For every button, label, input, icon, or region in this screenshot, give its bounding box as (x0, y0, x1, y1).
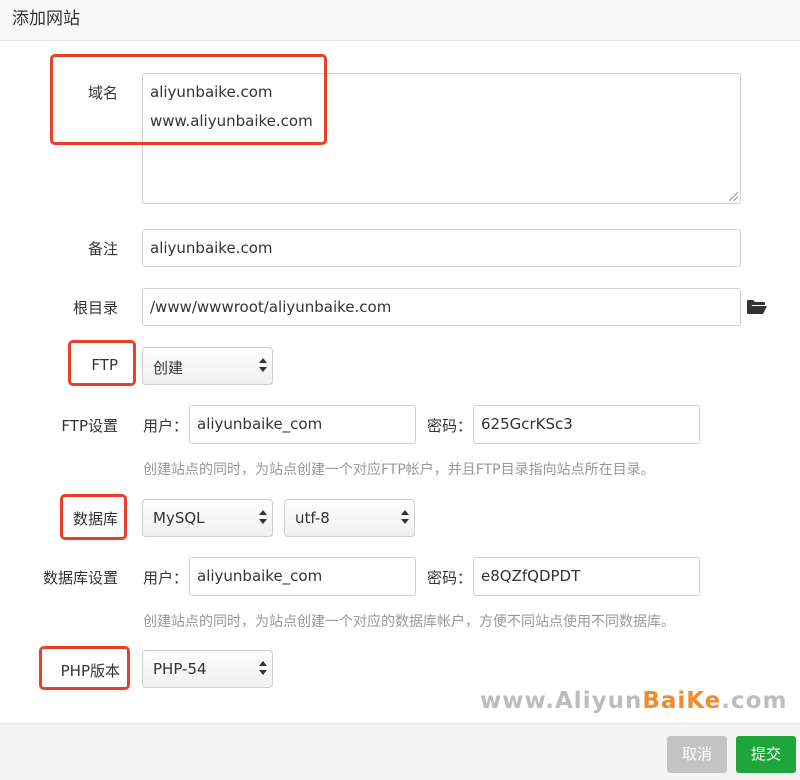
db-pass-label: 密码： (427, 569, 473, 587)
database-type-value: MySQL (153, 509, 205, 527)
db-user-input[interactable]: aliyunbaike_com (189, 557, 416, 596)
db-settings-label: 数据库设置 (42, 569, 118, 587)
dialog-header: 添加网站 (0, 0, 800, 41)
cancel-button[interactable]: 取消 (667, 736, 727, 773)
root-dir-value: /www/wwwroot/aliyunbaike.com (150, 298, 392, 316)
select-arrows-icon (259, 358, 267, 374)
ftp-settings-label: FTP设置 (61, 417, 118, 435)
ftp-user-label: 用户： (143, 417, 189, 435)
watermark-prefix: www.Aliyun (480, 688, 643, 714)
ftp-select[interactable]: 创建 (142, 347, 273, 385)
db-pass-value: e8QZfQDPDT (481, 567, 581, 585)
ftp-user-value: aliyunbaike_com (197, 415, 323, 433)
submit-button[interactable]: 提交 (736, 736, 796, 773)
watermark: www.AliyunBaiKe.com (480, 688, 787, 714)
watermark-suffix: .com (721, 688, 788, 714)
remark-label: 备注 (87, 240, 118, 258)
root-dir-input[interactable]: /www/wwwroot/aliyunbaike.com (142, 288, 741, 326)
db-pass-input[interactable]: e8QZfQDPDT (473, 557, 700, 596)
db-user-value: aliyunbaike_com (197, 567, 323, 585)
ftp-pass-value: 625GcrKSc3 (481, 415, 573, 433)
highlight-ftp (68, 340, 136, 386)
folder-open-icon[interactable] (746, 298, 768, 316)
database-charset-value: utf-8 (295, 509, 330, 527)
php-version-select[interactable]: PHP-54 (142, 650, 273, 688)
ftp-pass-input[interactable]: 625GcrKSc3 (473, 405, 700, 444)
database-charset-select[interactable]: utf-8 (284, 499, 415, 537)
resize-handle-icon[interactable] (729, 192, 738, 201)
highlight-php (39, 646, 130, 690)
select-arrows-icon (401, 510, 409, 526)
select-arrows-icon (259, 510, 267, 526)
dialog-title: 添加网站 (12, 9, 80, 29)
remark-input[interactable]: aliyunbaike.com (142, 229, 741, 267)
php-version-value: PHP-54 (153, 660, 207, 678)
highlight-database (60, 494, 127, 540)
root-dir-label: 根目录 (72, 299, 118, 317)
database-type-select[interactable]: MySQL (142, 499, 273, 537)
db-user-label: 用户： (143, 569, 189, 587)
highlight-domain (50, 54, 327, 145)
ftp-help-text: 创建站点的同时，为站点创建一个对应FTP帐户，并且FTP目录指向站点所在目录。 (143, 462, 655, 478)
db-help-text: 创建站点的同时，为站点创建一个对应的数据库帐户，方便不同站点使用不同数据库。 (143, 614, 675, 630)
ftp-select-value: 创建 (153, 359, 184, 377)
ftp-pass-label: 密码： (427, 417, 473, 435)
ftp-user-input[interactable]: aliyunbaike_com (189, 405, 416, 444)
remark-value: aliyunbaike.com (150, 239, 273, 257)
watermark-accent: BaiKe (642, 688, 722, 714)
dialog-footer: 取消 提交 (0, 723, 800, 780)
select-arrows-icon (259, 661, 267, 677)
